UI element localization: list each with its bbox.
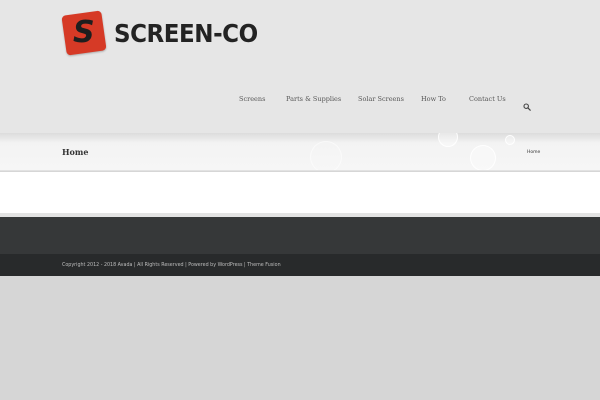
bokeh-circle [310,141,342,170]
nav-item-parts-supplies[interactable]: Parts & Supplies [286,95,341,103]
bokeh-circle [505,135,515,145]
copyright-prefix: Copyright 2012 - 2018 Avada | All Rights… [62,263,218,268]
main-content [0,172,600,213]
nav-item-how-to[interactable]: How To [421,95,446,103]
site-logo[interactable]: S SCREEN-CO [61,9,270,57]
bokeh-circle [438,133,458,147]
logo-wordmark: SCREEN-CO [114,18,258,48]
nav-item-contact-us[interactable]: Contact Us [469,95,506,103]
page-title: Home [62,147,89,157]
page-title-bar: Home Home [0,133,600,171]
main-nav: Screens Parts & Supplies Solar Screens H… [0,95,600,107]
search-icon[interactable] [523,96,531,111]
wordpress-link[interactable]: WordPress [218,263,243,268]
logo-mark-letter: S [73,15,95,51]
logo-mark: S [61,10,107,56]
copyright-text: Copyright 2012 - 2018 Avada | All Rights… [62,263,281,268]
nav-item-screens[interactable]: Screens [239,95,265,103]
breadcrumb[interactable]: Home [527,150,540,155]
footer-widgets-area [0,217,600,254]
theme-fusion-link[interactable]: Theme Fusion [247,263,280,268]
copyright-bar: Copyright 2012 - 2018 Avada | All Rights… [0,254,600,276]
bokeh-circle [470,145,496,170]
nav-item-solar-screens[interactable]: Solar Screens [358,95,404,103]
site-header: S SCREEN-CO Screens Parts & Supplies Sol… [0,0,600,133]
